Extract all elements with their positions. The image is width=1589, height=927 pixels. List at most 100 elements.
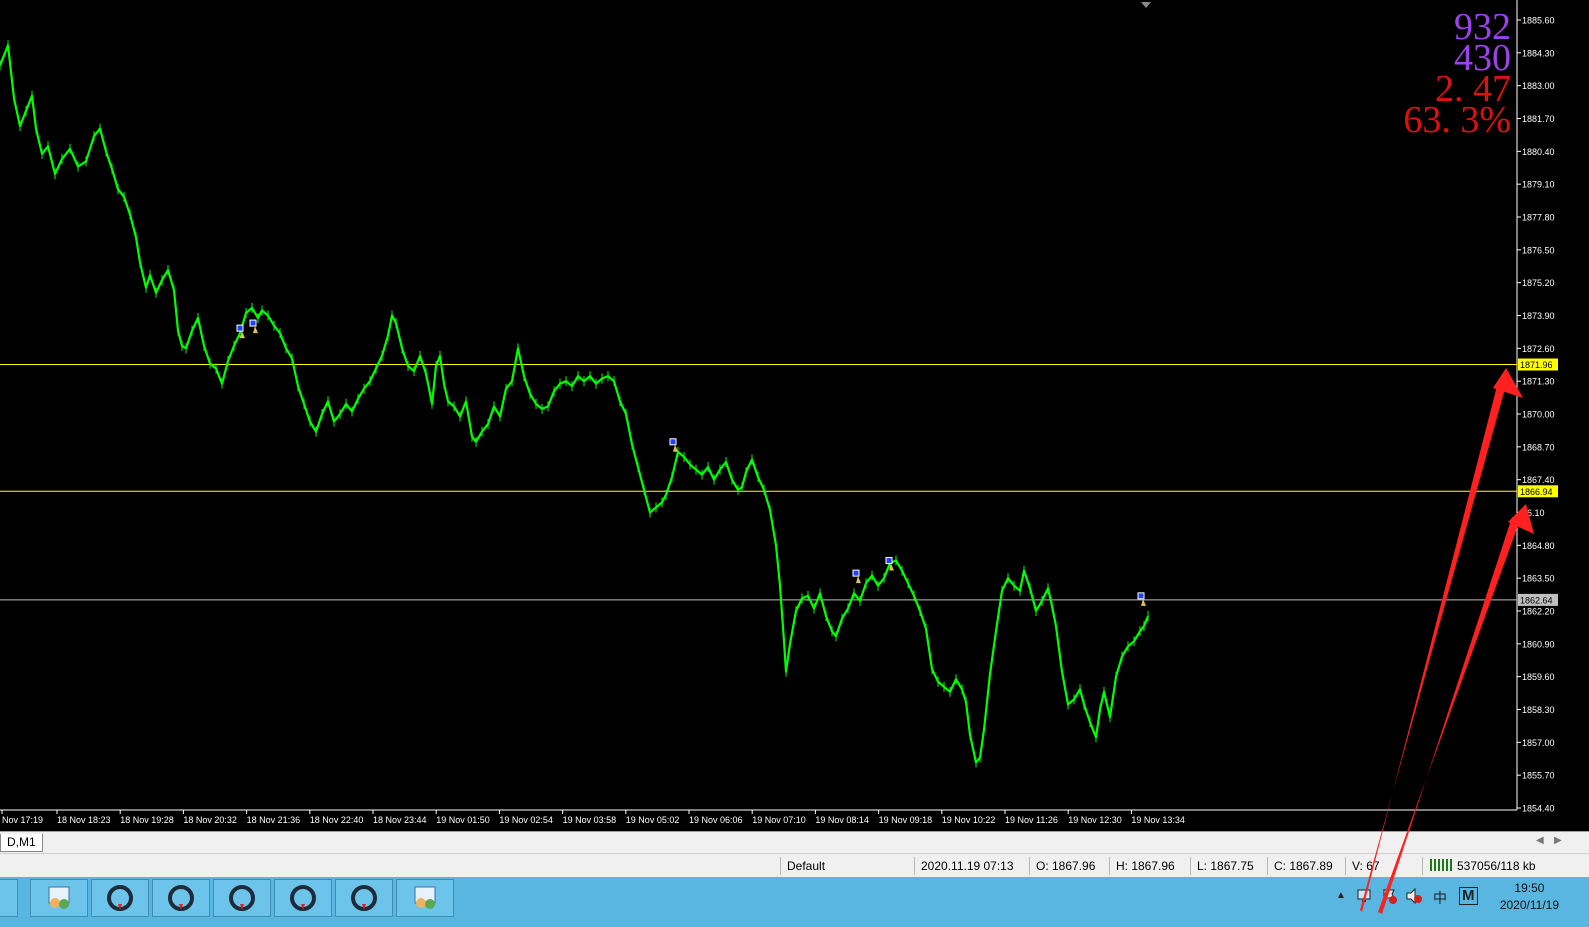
price-tick-label: 1862.20 — [1522, 607, 1555, 617]
time-tick-label: 19 Nov 05:02 — [626, 815, 680, 825]
price-tick-label: 1884.30 — [1522, 48, 1555, 58]
chart-area[interactable]: 1885.60 1884.30 1883.00 1881.70 1880.40 1879.… — [0, 0, 1589, 831]
time-tick-label: 19 Nov 10:22 — [942, 815, 996, 825]
gauge-app-icon — [290, 885, 316, 911]
trade-marker — [249, 319, 257, 327]
price-tick-label: 1879.10 — [1522, 180, 1555, 190]
price-tick-label: 1885.60 — [1522, 16, 1555, 26]
status-profile: Default — [787, 859, 826, 873]
time-tick-label: 18 Nov 22:40 — [310, 815, 364, 825]
price-tick-label: 1877.80 — [1522, 213, 1555, 223]
status-high: H: 1867.96 — [1116, 859, 1175, 873]
price-chart[interactable]: 1885.60 1884.30 1883.00 1881.70 1880.40 1879.… — [0, 0, 1589, 831]
connection-bars-icon — [1430, 858, 1452, 874]
price-tick-label: 1883.00 — [1522, 81, 1555, 91]
price-tick-label: 1863.50 — [1522, 574, 1555, 584]
time-tick-label: 19 Nov 09:18 — [879, 815, 933, 825]
price-tick-label: 1875.20 — [1522, 278, 1555, 288]
time-tick-label: 18 Nov 20:32 — [183, 815, 237, 825]
clock-date: 2020/11/19 — [1499, 898, 1559, 912]
price-tick-label: 1872.60 — [1522, 344, 1555, 354]
time-tick-label: 19 Nov 08:14 — [815, 815, 869, 825]
taskbar-app-partial[interactable] — [0, 879, 18, 917]
status-open: O: 1867.96 — [1036, 859, 1096, 873]
chart-tab-bar: D,M1 ◀ ▶ — [0, 831, 1589, 854]
taskbar-app-gauge-3[interactable] — [213, 879, 271, 917]
trade-marker — [852, 569, 860, 577]
time-tick-label: 18 Nov 19:28 — [120, 815, 174, 825]
time-tick-label: 19 Nov 11:26 — [1005, 815, 1058, 825]
taskbar-app-terminal-2[interactable] — [396, 879, 454, 917]
trade-marker-arrow — [673, 444, 678, 452]
gauge-app-icon — [168, 885, 194, 911]
time-tick-label: 19 Nov 06:06 — [689, 815, 743, 825]
action-center-icon[interactable] — [1381, 888, 1399, 907]
level-price-label: 1862.64 — [1520, 595, 1553, 605]
taskbar-app-gauge-5[interactable] — [335, 879, 393, 917]
price-series-line — [0, 44, 1150, 764]
status-bar: Default 2020.11.19 07:13 O: 1867.96 H: 1… — [0, 853, 1589, 878]
tray-expand-icon[interactable]: ▲ — [1336, 890, 1346, 901]
price-tick-label: 1881.70 — [1522, 114, 1555, 124]
price-tick-label: 1857.00 — [1522, 738, 1555, 748]
price-tick-label: 1860.90 — [1522, 639, 1555, 649]
price-tick-label: 1880.40 — [1522, 147, 1555, 157]
time-tick-label: 19 Nov 02:54 — [499, 815, 553, 825]
time-tick-label: 19 Nov 03:58 — [563, 815, 617, 825]
time-tick-label: 18 Nov 21:36 — [247, 815, 301, 825]
chart-tab-symbol[interactable]: D,M1 — [0, 834, 43, 852]
trade-marker — [669, 438, 677, 446]
taskbar-app-terminal-1[interactable] — [30, 879, 88, 917]
trade-marker — [1137, 592, 1145, 600]
price-tick-label: 1855.70 — [1522, 771, 1555, 781]
status-close: C: 1867.89 — [1274, 859, 1333, 873]
price-tick-label: 1867.40 — [1522, 475, 1555, 485]
status-volume: V: 67 — [1352, 859, 1380, 873]
price-tick-label: 66.10 — [1522, 508, 1545, 518]
system-clock[interactable]: 19:50 2020/11/19 — [1500, 880, 1559, 914]
taskbar-app-gauge-4[interactable] — [274, 879, 332, 917]
tab-scroll-left-icon[interactable]: ◀ — [1536, 835, 1544, 846]
price-tick-label: 1858.30 — [1522, 705, 1555, 715]
windows-taskbar: ▲ 中 M 19:50 2020/11/19 — [0, 877, 1589, 927]
tab-scroll-right-icon[interactable]: ▶ — [1554, 835, 1562, 846]
price-tick-label: 1859.60 — [1522, 672, 1555, 682]
time-tick-label: 19 Nov 01:50 — [436, 815, 490, 825]
gauge-app-icon — [229, 885, 255, 911]
trade-marker-arrow — [253, 326, 258, 334]
terminal-app-icon — [48, 886, 70, 909]
volume-muted-icon[interactable] — [1405, 887, 1423, 907]
status-traffic: 537056/118 kb — [1457, 859, 1536, 873]
time-tick-label: 18 Nov 18:23 — [57, 815, 111, 825]
chart-shift-marker-icon — [1141, 2, 1151, 8]
taskbar-app-gauge-2[interactable] — [152, 879, 210, 917]
gauge-app-icon — [351, 885, 377, 911]
clock-time: 19:50 — [1514, 881, 1545, 895]
indicator-value-4: 63. 3% — [1403, 99, 1511, 141]
gauge-app-icon — [107, 885, 133, 911]
level-price-label: 1871.96 — [1520, 360, 1553, 370]
time-tick-label: Nov 17:19 — [2, 815, 43, 825]
price-series-range — [0, 40, 1149, 768]
price-tick-label: 1868.70 — [1522, 442, 1555, 452]
trade-marker-arrow — [856, 576, 861, 584]
tray-ime-indicator[interactable]: 中 — [1433, 888, 1447, 908]
time-tick-label: 19 Nov 13:34 — [1131, 815, 1185, 825]
time-tick-label: 19 Nov 07:10 — [752, 815, 806, 825]
status-low: L: 1867.75 — [1197, 859, 1254, 873]
price-tick-label: 1870.00 — [1522, 410, 1555, 420]
price-tick-label: 1873.90 — [1522, 311, 1555, 321]
price-tick-label: 1876.50 — [1522, 245, 1555, 255]
price-tick-label: 1854.40 — [1522, 804, 1555, 814]
level-price-label: 1866.94 — [1520, 487, 1553, 497]
trade-marker — [236, 324, 244, 332]
taskbar-app-gauge-1[interactable] — [91, 879, 149, 917]
tray-m-indicator[interactable]: M — [1459, 887, 1478, 905]
time-tick-label: 19 Nov 12:30 — [1068, 815, 1122, 825]
price-tick-label: 1871.30 — [1522, 377, 1555, 387]
network-icon[interactable] — [1356, 888, 1374, 907]
trade-marker — [885, 556, 893, 564]
time-tick-label: 18 Nov 23:44 — [373, 815, 427, 825]
status-datetime: 2020.11.19 07:13 — [921, 859, 1014, 873]
terminal-app-icon — [414, 886, 436, 909]
